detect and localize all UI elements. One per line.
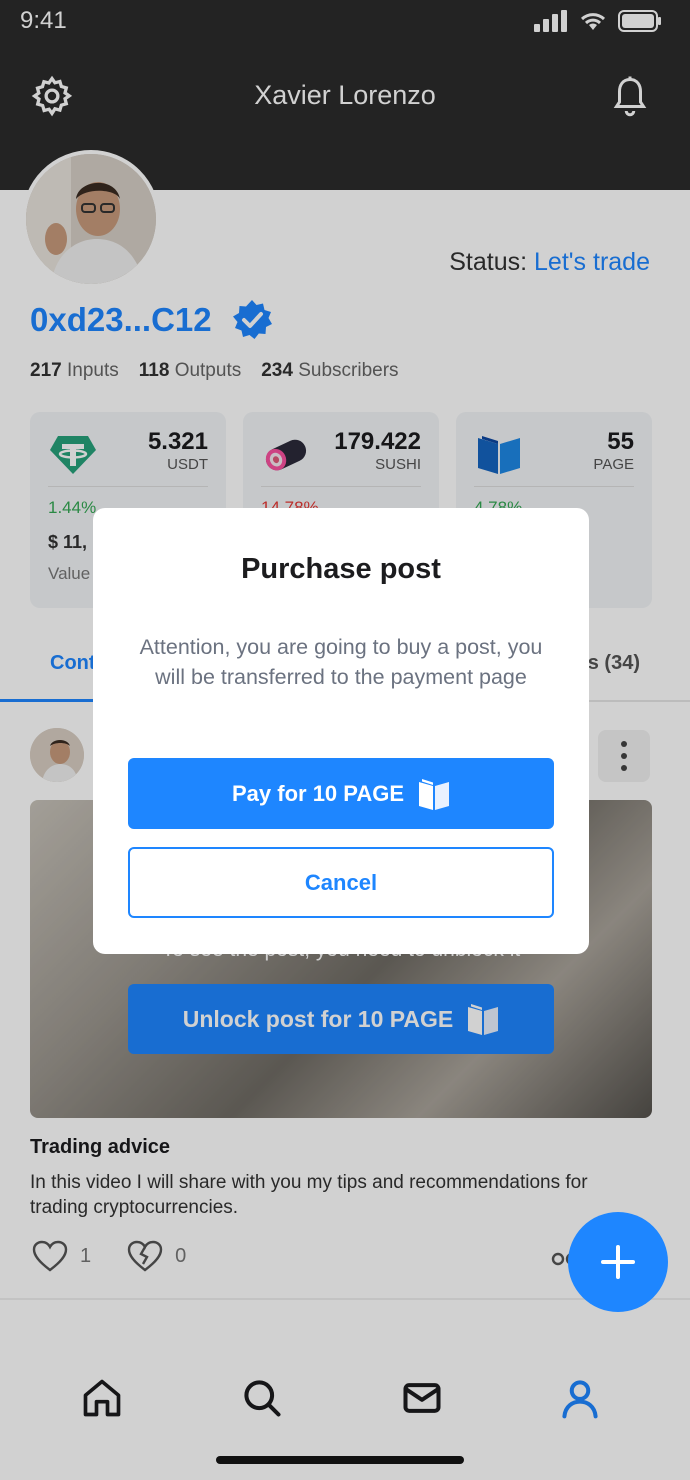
create-post-button[interactable] <box>568 1212 668 1312</box>
pay-button[interactable]: Pay for 10 PAGE <box>128 758 554 829</box>
purchase-modal: Purchase post Attention, you are going t… <box>93 508 589 954</box>
cancel-button[interactable]: Cancel <box>128 847 554 918</box>
pay-button-label: Pay for 10 PAGE <box>232 780 404 806</box>
book-icon <box>419 778 449 810</box>
plus-icon <box>601 1245 635 1279</box>
modal-message: Attention, you are going to buy a post, … <box>139 635 543 689</box>
home-indicator <box>216 1456 464 1464</box>
modal-title: Purchase post <box>241 553 441 585</box>
cancel-button-label: Cancel <box>304 869 378 895</box>
